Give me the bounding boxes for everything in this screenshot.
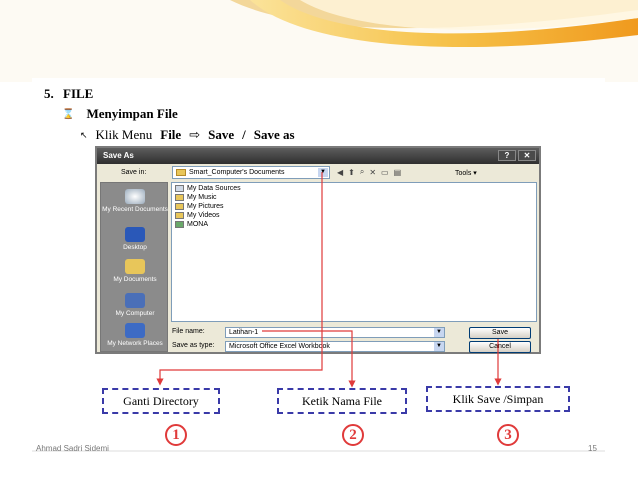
- save-button[interactable]: Save: [469, 327, 531, 339]
- save-as-type-value: Microsoft Office Excel Workbook: [229, 343, 330, 350]
- hourglass-bullet-icon: ⌛: [62, 108, 75, 120]
- page-curl-decoration: [0, 0, 638, 82]
- callout-type-file-name: Ketik Nama File: [277, 388, 407, 414]
- callout-text: Ganti Directory: [123, 394, 199, 408]
- list-item[interactable]: MONA: [175, 221, 208, 228]
- place-label: My Network Places: [107, 340, 163, 347]
- places-bar: My Recent Documents Desktop My Documents…: [100, 182, 168, 352]
- dialog-toolbar: ◀ ⬆ ⌕ ✕ ▭ ▤: [337, 167, 401, 177]
- tools-menu[interactable]: Tools ▾: [455, 169, 477, 177]
- close-button[interactable]: ✕: [518, 150, 536, 161]
- list-item-label: MONA: [187, 221, 208, 228]
- cancel-button[interactable]: Cancel: [469, 341, 531, 353]
- folder-icon: [176, 169, 186, 176]
- arrow-right-icon: ⇨: [189, 127, 201, 142]
- music-folder-icon: [175, 194, 184, 201]
- section-heading: 5. FILE: [44, 86, 93, 102]
- search-web-icon[interactable]: ⌕: [360, 167, 364, 177]
- step-number-1: 1: [165, 424, 187, 446]
- excel-file-icon: [175, 221, 184, 228]
- list-item-label: My Pictures: [187, 203, 224, 210]
- place-label: Desktop: [123, 244, 147, 251]
- place-desktop[interactable]: Desktop: [101, 227, 169, 251]
- file-name-input[interactable]: Latihan-1 ▼: [225, 327, 445, 338]
- documents-folder-icon: [125, 259, 145, 274]
- bullet-save-file: ⌛ Menyimpan File: [62, 106, 178, 122]
- save-in-label: Save in:: [121, 169, 147, 176]
- menu-file-label: File: [160, 127, 182, 142]
- file-name-label: File name:: [172, 328, 205, 335]
- footer-author: Ahmad Sadri Sidemi: [36, 444, 109, 453]
- data-sources-icon: [175, 185, 184, 192]
- tools-label: Tools: [455, 170, 472, 177]
- list-item[interactable]: My Videos: [175, 212, 220, 219]
- clock-icon: [125, 189, 145, 204]
- place-label: My Recent Documents: [102, 206, 168, 213]
- chevron-down-icon[interactable]: ▼: [434, 328, 444, 337]
- save-in-value: Smart_Computer's Documents: [189, 169, 285, 176]
- dialog-title: Save As: [103, 151, 134, 160]
- step-number-3: 3: [497, 424, 519, 446]
- videos-folder-icon: [175, 212, 184, 219]
- network-icon: [125, 323, 145, 338]
- menu-separator: /: [242, 127, 246, 142]
- footer-page-number: 15: [588, 444, 597, 453]
- views-icon[interactable]: ▤: [394, 168, 402, 177]
- up-folder-icon[interactable]: ⬆: [348, 168, 355, 177]
- save-as-dialog: Save As ? ✕ Save in: Smart_Computer's Do…: [95, 146, 541, 354]
- place-my-recent-documents[interactable]: My Recent Documents: [101, 189, 169, 213]
- list-item-label: My Music: [187, 194, 217, 201]
- save-as-type-label: Save as type:: [172, 342, 215, 349]
- callout-change-directory: Ganti Directory: [102, 388, 220, 414]
- new-folder-icon[interactable]: ▭: [381, 168, 389, 177]
- file-name-value: Latihan-1: [229, 329, 259, 336]
- dialog-titlebar[interactable]: Save As ? ✕: [97, 148, 539, 164]
- help-button[interactable]: ?: [498, 150, 516, 161]
- callout-text: Ketik Nama File: [302, 394, 382, 408]
- chevron-down-icon[interactable]: ▼: [434, 342, 444, 351]
- cursor-bullet-icon: ↖: [80, 129, 88, 140]
- list-item-label: My Data Sources: [187, 185, 241, 192]
- footer-divider: [32, 450, 605, 452]
- place-label: My Documents: [113, 276, 157, 283]
- save-in-row: Save in: Smart_Computer's Documents ▼ ◀ …: [97, 164, 539, 182]
- save-in-dropdown[interactable]: Smart_Computer's Documents ▼: [172, 166, 330, 179]
- bullet-click-menu: ↖ Klik Menu File ⇨ Save / Save as: [80, 127, 295, 143]
- list-item[interactable]: My Data Sources: [175, 185, 241, 192]
- list-item[interactable]: My Music: [175, 194, 217, 201]
- callout-text: Klik Save /Simpan: [452, 392, 544, 406]
- place-my-network-places[interactable]: My Network Places: [101, 323, 169, 347]
- section-title: FILE: [63, 86, 94, 101]
- delete-icon[interactable]: ✕: [369, 168, 376, 177]
- bullet-save-file-text: Menyimpan File: [86, 106, 178, 121]
- step-number-2: 2: [342, 424, 364, 446]
- list-item-label: My Videos: [187, 212, 220, 219]
- back-icon[interactable]: ◀: [337, 168, 343, 177]
- section-number: 5.: [44, 86, 54, 101]
- window-controls: ? ✕: [498, 150, 536, 161]
- desktop-icon: [125, 227, 145, 242]
- bullet-click-prefix: Klik Menu: [95, 127, 153, 142]
- computer-icon: [125, 293, 145, 308]
- place-my-documents[interactable]: My Documents: [101, 259, 169, 283]
- menu-save-label: Save: [208, 127, 235, 142]
- place-label: My Computer: [115, 310, 155, 317]
- callout-click-save: Klik Save /Simpan: [426, 386, 570, 412]
- file-list[interactable]: My Data Sources My Music My Pictures My …: [171, 182, 537, 322]
- list-item[interactable]: My Pictures: [175, 203, 224, 210]
- save-as-type-select[interactable]: Microsoft Office Excel Workbook ▼: [225, 341, 445, 352]
- pictures-folder-icon: [175, 203, 184, 210]
- menu-save-as-label: Save as: [253, 127, 295, 142]
- place-my-computer[interactable]: My Computer: [101, 293, 169, 317]
- chevron-down-icon[interactable]: ▼: [318, 168, 328, 177]
